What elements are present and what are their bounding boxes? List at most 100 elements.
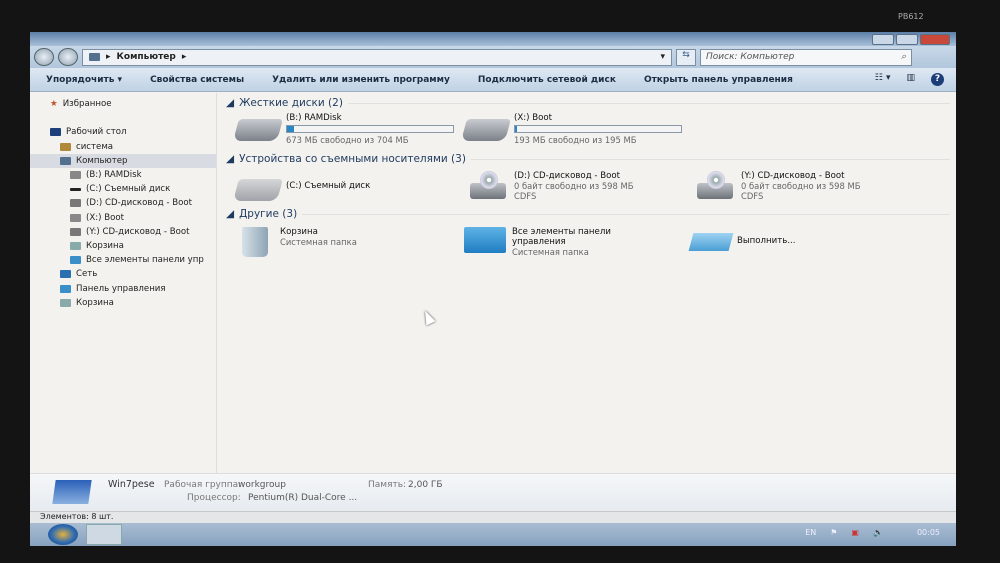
sidebar-item-drive-d[interactable]: (D:) CD-дисковод - Boot bbox=[30, 196, 216, 210]
title-bar bbox=[30, 32, 956, 46]
cd-drive-icon bbox=[70, 227, 81, 236]
maximize-button[interactable] bbox=[896, 34, 918, 45]
item-recycle-bin[interactable]: Корзина Системная папка bbox=[242, 227, 357, 257]
drive-item-d[interactable]: (D:) CD-дисковод - Boot 0 байт свободно и… bbox=[464, 171, 633, 201]
organize-button[interactable]: Упорядочить ▾ bbox=[46, 75, 122, 85]
desktop-icon bbox=[50, 128, 61, 137]
details-pane: Win7pese Рабочая группа: workgroup Памят… bbox=[30, 473, 956, 511]
taskbar-explorer-button[interactable] bbox=[86, 524, 122, 545]
workgroup-value: workgroup bbox=[238, 480, 286, 490]
group-header-removable[interactable]: ◢ Устройства со съемными носителями (3) bbox=[226, 153, 950, 165]
drive-icon bbox=[70, 213, 81, 222]
action-center-flag-icon[interactable]: ⚑ bbox=[830, 528, 837, 537]
help-icon[interactable]: ? bbox=[931, 73, 944, 86]
control-panel-icon bbox=[464, 227, 506, 253]
recycle-bin-icon bbox=[70, 241, 81, 250]
chevron-down-icon[interactable]: ▾ bbox=[660, 52, 665, 62]
sidebar-item-drive-c[interactable]: (C:) Съемный диск bbox=[30, 182, 216, 196]
computer-icon bbox=[52, 480, 92, 504]
hard-drive-icon bbox=[233, 119, 283, 141]
clock[interactable]: 00:05 bbox=[917, 528, 940, 537]
system-tray: EN ⚑ ▣ 🔈 00:05 bbox=[805, 528, 940, 537]
refresh-button[interactable]: ⇆ bbox=[676, 48, 696, 66]
user-folder-icon bbox=[60, 142, 71, 151]
command-bar: Упорядочить ▾ Свойства системы Удалить и… bbox=[30, 68, 956, 92]
back-button[interactable] bbox=[34, 48, 54, 66]
sidebar-item-computer[interactable]: Компьютер bbox=[30, 153, 216, 168]
removable-drive-icon bbox=[233, 179, 283, 201]
memory-value: 2,00 ГБ bbox=[408, 480, 443, 490]
recycle-bin-icon bbox=[242, 227, 268, 257]
taskbar: EN ⚑ ▣ 🔈 00:05 bbox=[30, 523, 956, 546]
view-options-icon[interactable]: ☷ ▾ bbox=[875, 73, 891, 86]
status-bar: Элементов: 8 шт. bbox=[30, 511, 956, 523]
collapse-triangle-icon: ◢ bbox=[226, 208, 235, 220]
preview-pane-icon[interactable]: ▥ bbox=[906, 73, 915, 86]
chevron-right-icon: ▸ bbox=[106, 52, 111, 62]
language-indicator[interactable]: EN bbox=[805, 528, 816, 537]
drive-usage-bar bbox=[514, 125, 682, 133]
sidebar-item-recycle-bin-2[interactable]: Корзина bbox=[30, 296, 216, 310]
drive-item-x[interactable]: (X:) Boot 193 МБ свободно из 195 МБ bbox=[461, 113, 682, 145]
drive-icon bbox=[70, 171, 81, 180]
content-pane: ◢ Жесткие диски (2) (B:) RAMDisk 673 МБ св… bbox=[220, 93, 956, 473]
search-placeholder: Поиск: Компьютер bbox=[706, 52, 795, 62]
cd-drive-icon bbox=[70, 199, 81, 208]
sidebar-item-all-control-panel[interactable]: Все элементы панели упр bbox=[30, 253, 216, 267]
item-run[interactable]: Выполнить... bbox=[688, 233, 796, 251]
memory-label: Память: bbox=[368, 480, 407, 490]
monitor-model-label: PB612 bbox=[898, 12, 924, 21]
open-control-panel-button[interactable]: Открыть панель управления bbox=[644, 75, 793, 85]
close-button[interactable] bbox=[920, 34, 950, 45]
drive-item-b[interactable]: (B:) RAMDisk 673 МБ свободно из 704 МБ bbox=[233, 113, 454, 145]
removable-drive-icon bbox=[70, 187, 81, 191]
item-count: Элементов: 8 шт. bbox=[40, 512, 114, 521]
group-header-hard-disks[interactable]: ◢ Жесткие диски (2) bbox=[226, 97, 950, 109]
cd-drive-icon bbox=[691, 171, 735, 201]
control-panel-icon bbox=[60, 284, 71, 293]
map-network-drive-button[interactable]: Подключить сетевой диск bbox=[478, 75, 616, 85]
item-all-control-panel[interactable]: Все элементы панели управления Системная … bbox=[464, 227, 642, 257]
sidebar-item-favorites[interactable]: ★ Избранное bbox=[30, 97, 216, 111]
hard-drive-icon bbox=[461, 119, 511, 141]
minimize-button[interactable] bbox=[872, 34, 894, 45]
sidebar-item-drive-x[interactable]: (X:) Boot bbox=[30, 211, 216, 225]
network-disconnected-icon[interactable]: ▣ bbox=[851, 528, 859, 537]
explorer-window: ▸ Компьютер ▸ ▾ ⇆ Поиск: Компьютер ⌕ Упор… bbox=[30, 32, 956, 546]
uninstall-program-button[interactable]: Удалить или изменить программу bbox=[272, 75, 450, 85]
sidebar-item-desktop[interactable]: Рабочий стол bbox=[30, 125, 216, 139]
drive-item-c[interactable]: (C:) Съемный диск bbox=[233, 173, 370, 201]
network-icon bbox=[60, 270, 71, 279]
computer-icon bbox=[89, 53, 100, 61]
forward-button[interactable] bbox=[58, 48, 78, 66]
search-icon: ⌕ bbox=[900, 52, 906, 62]
navigation-pane: ★ Избранное Рабочий стол система Компьюте… bbox=[30, 93, 217, 473]
sidebar-item-system[interactable]: система bbox=[30, 140, 216, 154]
run-icon bbox=[688, 233, 734, 251]
control-panel-icon bbox=[70, 256, 81, 265]
star-icon: ★ bbox=[50, 99, 58, 110]
volume-icon[interactable]: 🔈 bbox=[873, 528, 883, 537]
recycle-bin-icon bbox=[60, 298, 71, 307]
breadcrumb-computer[interactable]: Компьютер bbox=[117, 52, 176, 62]
cpu-label: Процессор: bbox=[187, 493, 241, 503]
sidebar-item-drive-b[interactable]: (B:) RAMDisk bbox=[30, 168, 216, 182]
drive-item-y[interactable]: (Y:) CD-дисковод - Boot 0 байт свободно и… bbox=[691, 171, 860, 201]
sidebar-item-control-panel[interactable]: Панель управления bbox=[30, 281, 216, 295]
address-bar[interactable]: ▸ Компьютер ▸ ▾ bbox=[82, 48, 672, 66]
drive-usage-bar bbox=[286, 125, 454, 133]
system-properties-button[interactable]: Свойства системы bbox=[150, 75, 244, 85]
cd-drive-icon bbox=[464, 171, 508, 201]
sidebar-item-recycle-bin[interactable]: Корзина bbox=[30, 239, 216, 253]
computer-icon bbox=[60, 156, 71, 165]
search-input[interactable]: Поиск: Компьютер ⌕ bbox=[700, 48, 912, 66]
start-button[interactable] bbox=[48, 524, 78, 545]
cpu-value: Pentium(R) Dual-Core ... bbox=[248, 493, 358, 503]
group-header-other[interactable]: ◢ Другие (3) bbox=[226, 208, 950, 220]
chevron-right-icon: ▸ bbox=[181, 52, 187, 62]
workgroup-label: Рабочая группа: bbox=[164, 480, 242, 490]
collapse-triangle-icon: ◢ bbox=[226, 97, 235, 109]
sidebar-item-network[interactable]: Сеть bbox=[30, 267, 216, 281]
sidebar-item-drive-y[interactable]: (Y:) CD-дисковод - Boot bbox=[30, 225, 216, 239]
collapse-triangle-icon: ◢ bbox=[226, 153, 235, 165]
